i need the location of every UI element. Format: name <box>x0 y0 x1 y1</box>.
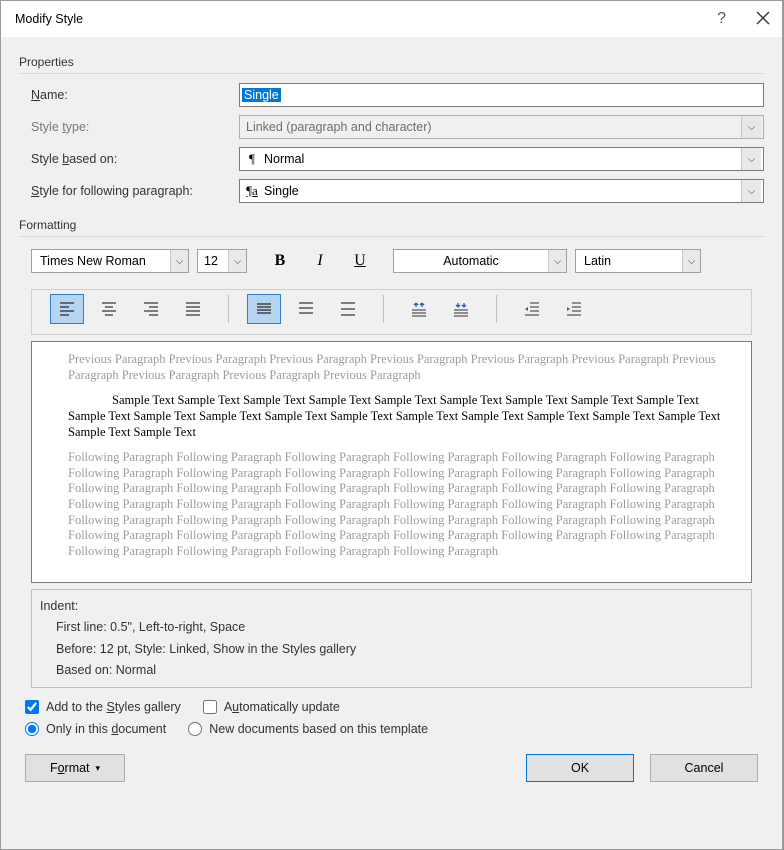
preview-following-text: Following Paragraph Following Paragraph … <box>68 450 721 559</box>
chevron-down-icon[interactable]: ⌵ <box>682 250 700 272</box>
bold-button[interactable]: B <box>261 247 299 275</box>
chevron-down-icon[interactable]: ⌵ <box>741 180 761 202</box>
style-description: Indent: First line: 0.5", Left-to-right,… <box>31 589 752 688</box>
align-center-icon <box>100 300 118 318</box>
space-before-decrease-icon <box>452 300 470 318</box>
chevron-down-icon[interactable]: ⌵ <box>170 250 188 272</box>
preview-sample-text: Sample Text Sample Text Sample Text Samp… <box>68 393 721 440</box>
underline-button[interactable]: U <box>341 247 379 275</box>
chevron-down-icon[interactable]: ⌵ <box>228 250 246 272</box>
font-size-dropdown[interactable]: 12 ⌵ <box>197 249 247 273</box>
help-button[interactable]: ? <box>717 10 726 28</box>
script-dropdown[interactable]: Latin ⌵ <box>575 249 701 273</box>
chevron-down-icon: ⌵ <box>741 116 761 138</box>
style-type-dropdown: Linked (paragraph and character) ⌵ <box>239 115 764 139</box>
align-justify-button[interactable] <box>176 294 210 324</box>
spacing-double-icon <box>339 300 357 318</box>
align-left-button[interactable] <box>50 294 84 324</box>
pilcrow-icon: ¶ <box>246 151 258 167</box>
font-toolbar: Times New Roman ⌵ 12 ⌵ B I U Automatic ⌵… <box>19 245 764 285</box>
name-input[interactable]: Single <box>239 83 764 107</box>
divider <box>19 236 764 237</box>
align-left-icon <box>58 300 76 318</box>
spacing-single-icon <box>255 300 273 318</box>
new-documents-radio[interactable]: New documents based on this template <box>188 722 428 736</box>
decrease-indent-button[interactable] <box>515 294 549 324</box>
align-right-button[interactable] <box>134 294 168 324</box>
spacing-single-button[interactable] <box>247 294 281 324</box>
space-before-increase-button[interactable] <box>402 294 436 324</box>
space-before-increase-icon <box>410 300 428 318</box>
based-on-label: Style based on: <box>19 152 239 166</box>
based-on-dropdown[interactable]: ¶Normal ⌵ <box>239 147 764 171</box>
align-center-button[interactable] <box>92 294 126 324</box>
increase-indent-button[interactable] <box>557 294 591 324</box>
decrease-indent-icon <box>523 300 541 318</box>
auto-update-checkbox[interactable]: Automatically update <box>203 700 340 714</box>
close-icon <box>756 11 770 25</box>
spacing-15-button[interactable] <box>289 294 323 324</box>
spacing-15-icon <box>297 300 315 318</box>
style-type-label: Style type: <box>19 120 239 134</box>
window-title: Modify Style <box>15 12 83 26</box>
only-this-document-radio[interactable]: Only in this document <box>25 722 166 736</box>
dropdown-arrow-icon: ▾ <box>96 763 101 774</box>
paragraph-toolbar <box>31 289 752 335</box>
chevron-down-icon[interactable]: ⌵ <box>548 250 566 272</box>
font-color-dropdown[interactable]: Automatic ⌵ <box>393 249 567 273</box>
title-bar: Modify Style ? <box>1 1 782 37</box>
formatting-group-label: Formatting <box>19 218 764 232</box>
align-right-icon <box>142 300 160 318</box>
font-family-dropdown[interactable]: Times New Roman ⌵ <box>31 249 189 273</box>
spacing-double-button[interactable] <box>331 294 365 324</box>
name-label: Name: <box>19 88 239 102</box>
align-justify-icon <box>184 300 202 318</box>
preview-panel: Previous Paragraph Previous Paragraph Pr… <box>31 341 752 583</box>
following-label: Style for following paragraph: <box>19 184 239 198</box>
format-button[interactable]: Format ▾ <box>25 754 125 782</box>
following-dropdown[interactable]: ¶aSingle ⌵ <box>239 179 764 203</box>
italic-button[interactable]: I <box>301 247 339 275</box>
preview-previous-text: Previous Paragraph Previous Paragraph Pr… <box>68 352 721 383</box>
close-button[interactable] <box>756 11 770 28</box>
linked-style-icon: ¶a <box>246 183 258 199</box>
properties-group-label: Properties <box>19 55 764 69</box>
modify-style-dialog: Modify Style ? Properties Name: Single S… <box>0 0 783 850</box>
add-to-gallery-checkbox[interactable]: Add to the Styles gallery <box>25 700 181 714</box>
chevron-down-icon[interactable]: ⌵ <box>741 148 761 170</box>
divider <box>19 73 764 74</box>
space-before-decrease-button[interactable] <box>444 294 478 324</box>
cancel-button[interactable]: Cancel <box>650 754 758 782</box>
ok-button[interactable]: OK <box>526 754 634 782</box>
increase-indent-icon <box>565 300 583 318</box>
